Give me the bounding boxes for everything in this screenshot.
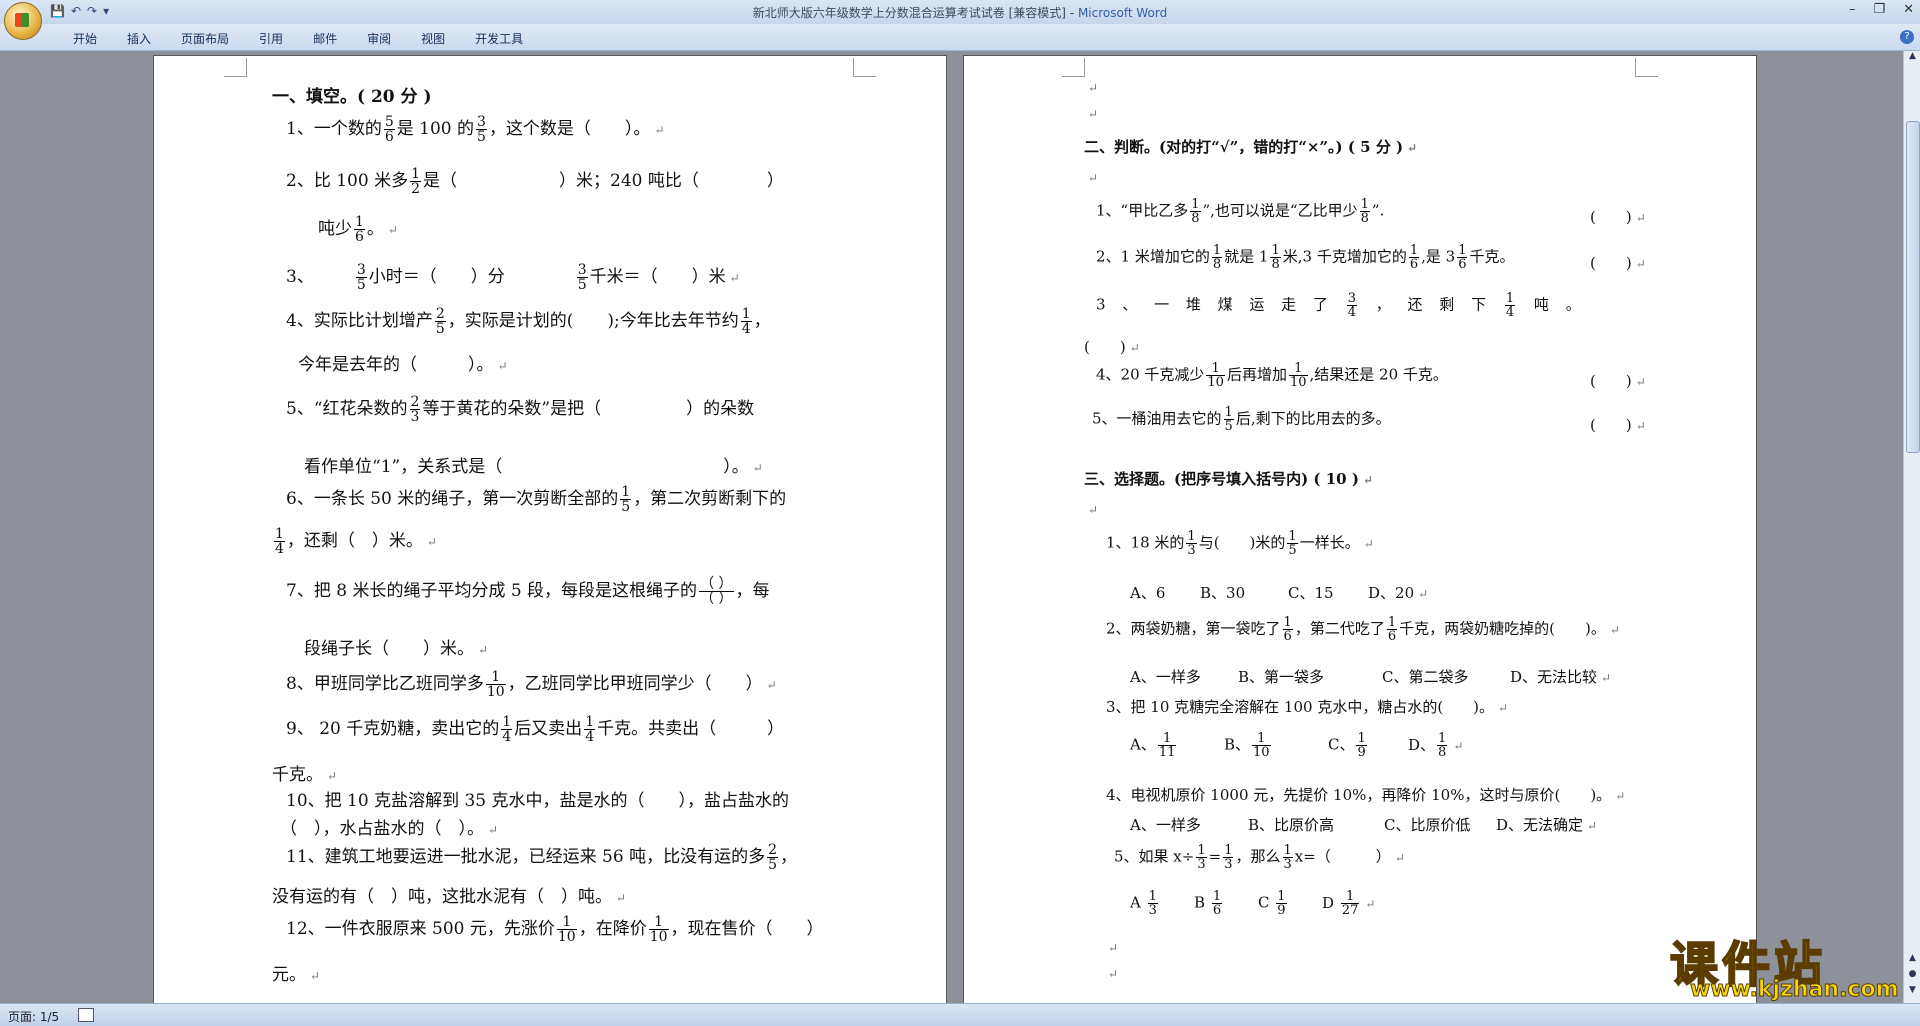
choice-2-options: A、一样多 B、第一袋多 C、第二袋多 D、无法比较 ↵ [1130, 668, 1612, 686]
title-bar: 💾 ↶ ↷ ▾ 新北师大版六年级数学上分数混合运算考试试卷 [兼容模式] - M… [0, 0, 1920, 40]
ribbon: 开始 插入 页面布局 引用 邮件 审阅 视图 开发工具 ? [0, 24, 1920, 51]
question-9: 9、 20 千克奶糖，卖出它的 1 4 后又卖出 1 4 千克。共卖出（ ） [286, 714, 785, 745]
margin-corner [853, 58, 876, 77]
question-10: 10、把 10 克盐溶解到 35 克水中，盐是水的（ ），盐占盐水的 [286, 791, 790, 811]
scroll-thumb[interactable] [1906, 121, 1920, 453]
question-12-cont: 元。 ↵ [272, 965, 321, 985]
margin-corner [1635, 58, 1658, 77]
ribbon-tabs: 开始 插入 页面布局 引用 邮件 审阅 视图 开发工具 [58, 30, 538, 47]
tab-view[interactable]: 视图 [406, 30, 460, 47]
section-heading-choice: 三、选择题。(把序号填入括号内) ( 10 ) ↵ [1084, 470, 1373, 488]
judge-5-answer: ( ) ↵ [1590, 416, 1646, 434]
judge-4: 4、20 千克减少 1 10 后再增加 1 10 ,结果还是 20 千克。 [1096, 361, 1448, 390]
tab-page-layout[interactable]: 页面布局 [166, 30, 244, 47]
tab-insert[interactable]: 插入 [112, 30, 166, 47]
question-10-cont: （ ），水占盐水的（ ）。 ↵ [280, 819, 499, 839]
empty-paragraph: ↵ [1088, 81, 1099, 95]
choice-5: 5、如果 x÷ 1 3 = 1 3 ，那么 1 3 x=（ ） ↵ [1114, 843, 1405, 872]
judge-1-answer: ( ) ↵ [1590, 208, 1646, 226]
page-1[interactable]: 一、填空。( 20 分 ) 1、一个数的 5 6 是 100 的 3 5 ，这个数是（ ）。… [153, 55, 947, 1003]
watermark-url: www.kjzhan.com [1690, 977, 1900, 1003]
status-bar: 页面: 1/5 [0, 1003, 1920, 1026]
macro-record-icon[interactable] [78, 1008, 94, 1022]
close-button[interactable]: ✕ [1903, 2, 1914, 17]
tab-home[interactable]: 开始 [58, 30, 112, 47]
judge-1: 1、“甲比乙多 1 8 ”,也可以说是“乙比甲少 1 8”. [1096, 197, 1385, 226]
choice-3: 3、把 10 克糖完全溶解在 100 克水中，糖占水的( )。 ↵ [1106, 698, 1509, 716]
margin-corner [1062, 58, 1085, 77]
window-title: 新北师大版六年级数学上分数混合运算考试试卷 [兼容模式] - Microsoft… [752, 6, 1168, 20]
choice-1-options: A、6 B、30 C、15 D、20 ↵ [1130, 584, 1429, 602]
empty-paragraph: ↵ [1088, 107, 1099, 121]
fraction: 56 [383, 114, 395, 145]
next-page-icon[interactable]: ▼ [1904, 985, 1920, 1001]
minimize-button[interactable]: – [1849, 2, 1856, 17]
question-2-cont: 吨少 1 6。 ↵ [318, 214, 398, 245]
empty-paragraph: ↵ [1088, 503, 1099, 517]
question-5: 5、“红花朵数的 2 3 等于黄花的朵数”是把（ ）的朵数 [286, 394, 755, 425]
question-2: 2、比 100 米多 1 2 是（ ）米；240 吨比（ ） [286, 166, 784, 197]
judge-4-answer: ( ) ↵ [1590, 372, 1646, 390]
document-title: 新北师大版六年级数学上分数混合运算考试试卷 [兼容模式] [752, 6, 1066, 20]
judge-5: 5、一桶油用去它的 1 5 后,剩下的比用去的多。 [1092, 405, 1391, 434]
previous-page-icon[interactable]: ▲ [1904, 953, 1920, 969]
document-workspace[interactable]: 一、填空。( 20 分 ) 1、一个数的 5 6 是 100 的 3 5 ，这个数是（ ）。… [0, 51, 1903, 1003]
watermark-logo: 课件站 www.kjzhan.com [1660, 925, 1900, 1003]
question-8: 8、甲班同学比乙班同学多 1 10 ，乙班同学比甲班同学少（ ） ↵ [286, 669, 777, 700]
section-heading-judge: 二、判断。(对的打“√”，错的打“×”。) ( 5 分 ) ↵ [1084, 138, 1418, 156]
page-indicator[interactable]: 页面: 1/5 [8, 1008, 59, 1025]
tab-developer[interactable]: 开发工具 [460, 30, 538, 47]
app-name: Microsoft Word [1077, 6, 1168, 20]
tab-review[interactable]: 审阅 [352, 30, 406, 47]
question-3: 3、 3 5 小时＝（ ）分 3 5 千米＝（ ）米 ↵ [286, 262, 740, 293]
question-6: 6、一条长 50 米的绳子，第一次剪断全部的 1 5 ，第二次剪断剩下的 [286, 484, 787, 515]
judge-2: 2、1 米增加它的 1 8 就是 1 1 8 米,3 千克增加它的 1 6 ,是 3 1 6 千克。 [1096, 243, 1515, 272]
margin-corner [224, 58, 247, 77]
empty-paragraph: ↵ [1108, 967, 1119, 981]
empty-paragraph: ↵ [1088, 171, 1099, 185]
question-5-cont: 看作单位“1”，关系式是（ ）。 ↵ [304, 457, 763, 477]
question-4-cont: 今年是去年的（ ）。 ↵ [298, 355, 508, 375]
choice-3-options: A、 1 11 B、 1 10 C、 1 9 D、 1 8 ↵ [1130, 731, 1464, 760]
fraction: 35 [476, 114, 487, 145]
office-button[interactable] [4, 2, 42, 40]
vertical-scrollbar[interactable]: ▲ ▲ ● ▼ [1903, 51, 1920, 1003]
question-4: 4、实际比计划增产 2 5 ，实际是计划的( );今年比去年节约 1 4， [286, 306, 771, 337]
restore-button[interactable]: ❐ [1873, 2, 1885, 17]
tab-references[interactable]: 引用 [244, 30, 298, 47]
choice-1: 1、18 米的 1 3 与( )米的 1 5 一样长。 ↵ [1106, 529, 1374, 558]
judge-3: 3 、 一 堆 煤 运 走 了 34 ， 还 剩 下 14 吨 。 [1096, 291, 1581, 320]
choice-5-options: A 13B 16C 19D 1 27 ↵ [1130, 889, 1376, 918]
section-heading-fill-blank: 一、填空。( 20 分 ) [272, 87, 432, 107]
browse-object-icon[interactable]: ● [1904, 969, 1920, 985]
question-11: 11、建筑工地要运进一批水泥，已经运来 56 吨，比没有运的多 2 5， [286, 842, 797, 873]
question-11-cont: 没有运的有（ ）吨，这批水泥有（ ）吨。 ↵ [272, 887, 627, 907]
empty-paragraph: ↵ [1108, 941, 1119, 955]
question-1: 1、一个数的 5 6 是 100 的 3 5 ，这个数是（ ）。 ↵ [286, 114, 665, 145]
choice-4: 4、电视机原价 1000 元，先提价 10%，再降价 10%，这时与原价( )。… [1106, 786, 1626, 804]
help-icon[interactable]: ? [1900, 30, 1914, 44]
choice-2: 2、两袋奶糖，第一袋吃了 1 6 ，第二代吃了 1 6 千克，两袋奶糖吃掉的( )。 ↵ [1106, 615, 1620, 644]
judge-2-answer: ( ) ↵ [1590, 254, 1646, 272]
question-6-cont: 1 4 ，还剩（ ）米。 ↵ [274, 526, 437, 557]
question-7-cont: 段绳子长（ ）米。 ↵ [304, 639, 489, 659]
question-7: 7、把 8 米长的绳子平均分成 5 段，每段是这根绳子的（ ）（ ），每 [286, 576, 770, 607]
scroll-up-icon[interactable]: ▲ [1904, 51, 1920, 67]
judge-3-answer: ( ) ↵ [1084, 338, 1140, 356]
choice-4-options: A、一样多 B、比原价高 C、比原价低 D、无法确定 ↵ [1130, 816, 1598, 834]
tab-mailings[interactable]: 邮件 [298, 30, 352, 47]
question-9-cont: 千克。 ↵ [272, 765, 338, 785]
question-12: 12、一件衣服原来 500 元，先涨价 1 10 ，在降价 1 10 ，现在售价（ ） [286, 914, 824, 945]
page-2[interactable]: ↵ ↵ 二、判断。(对的打“√”，错的打“×”。) ( 5 分 ) ↵ ↵ 1、“… [963, 55, 1757, 1003]
window-controls: – ❐ ✕ [1849, 2, 1914, 17]
